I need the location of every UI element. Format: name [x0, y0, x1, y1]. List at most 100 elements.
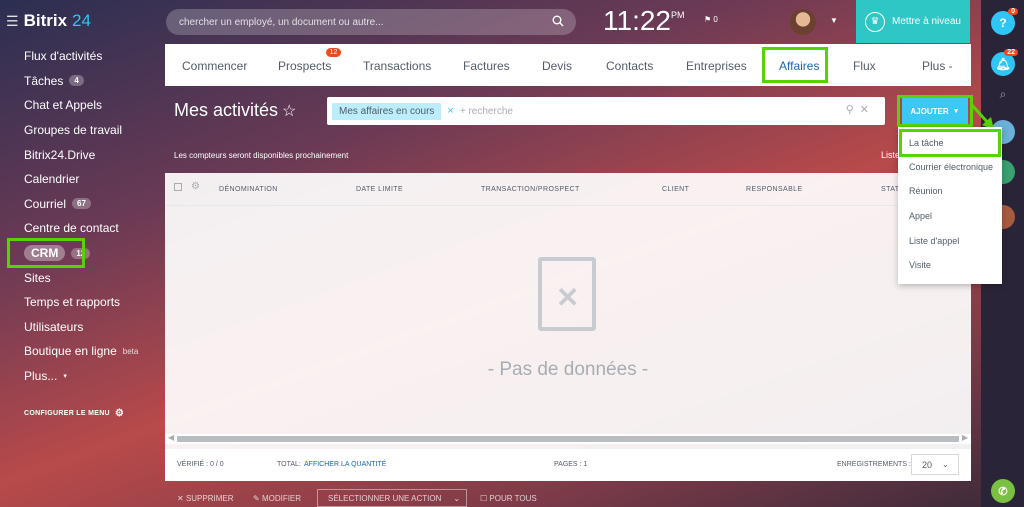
column-header[interactable]: DÉNOMINATION	[219, 186, 278, 193]
upgrade-button[interactable]: ♛ Mettre à niveau	[856, 0, 970, 43]
filter-search-input[interactable]: Mes affaires en cours × + recherche ⚲✕	[327, 97, 885, 125]
sidebar-item-label: Temps et rapports	[24, 295, 121, 310]
edit-button[interactable]: ✎ MODIFIER	[253, 494, 301, 503]
menu-item-call[interactable]: Appel	[909, 211, 932, 221]
page-title: Mes activités	[174, 100, 279, 120]
global-search-input[interactable]: chercher un employé, un document ou autr…	[166, 9, 576, 35]
sidebar-item-label: Chat et Appels	[24, 98, 103, 113]
phone-button[interactable]: ✆	[991, 479, 1015, 503]
phone-icon: ✆	[998, 485, 1008, 498]
records-per-page-select[interactable]: 20 ⌄	[911, 454, 959, 475]
sidebar-item-utilisateurs[interactable]: Utilisateurs	[0, 315, 165, 340]
menu-item-email[interactable]: Courrier électronique	[909, 162, 993, 172]
tab-entreprises[interactable]: Entreprises	[686, 59, 747, 73]
bell-icon: 🔔︎	[995, 57, 1011, 71]
sidebar-item-courriel[interactable]: Courriel 67	[0, 192, 165, 217]
sidebar-item-groupes[interactable]: Groupes de travail	[0, 118, 165, 143]
tab-commencer[interactable]: Commencer	[182, 59, 247, 73]
close-icon[interactable]: ✕	[860, 104, 875, 116]
search-icon[interactable]: ⚲	[846, 104, 860, 116]
clock[interactable]: 11:22PM	[603, 5, 685, 37]
sidebar-item-label: Sites	[24, 270, 51, 285]
sidebar-item-label: Flux d'activités	[24, 49, 103, 64]
delete-button[interactable]: ✕ SUPPRIMER	[177, 494, 234, 503]
sidebar-item-temps[interactable]: Temps et rapports	[0, 290, 165, 315]
select-all-checkbox[interactable]	[174, 183, 182, 191]
logo[interactable]: ☰ Bitrix 24	[6, 11, 91, 31]
logo-prefix: Bitrix	[23, 11, 68, 30]
help-button[interactable]: ? 0	[991, 8, 1018, 35]
total-label: TOTAL:	[277, 461, 301, 468]
verified-count: VÉRIFIÉ : 0 / 0	[177, 461, 224, 468]
close-icon[interactable]: ×	[447, 105, 453, 117]
pages-count: PAGES : 1	[554, 461, 588, 468]
tab-devis[interactable]: Devis	[542, 59, 572, 73]
filter-placeholder: + recherche	[459, 105, 513, 117]
flag-icon: ⚑	[704, 15, 712, 24]
sidebar-item-boutique[interactable]: Boutique en ligne beta	[0, 339, 165, 364]
menu-burger-icon[interactable]: ☰	[6, 13, 19, 30]
delete-label: SUPPRIMER	[185, 494, 234, 503]
clock-ampm: PM	[671, 10, 685, 20]
column-header[interactable]: CLIENT	[662, 186, 689, 193]
configure-menu-label: CONFIGURER LE MENU	[24, 410, 110, 417]
sidebar-item-calendrier[interactable]: Calendrier	[0, 167, 165, 192]
chevron-down-icon[interactable]: ▼	[830, 16, 838, 25]
search-icon[interactable]	[552, 15, 564, 27]
tab-factures[interactable]: Factures	[463, 59, 510, 73]
configure-menu-button[interactable]: CONFIGURER LE MENU ⚙	[24, 408, 124, 419]
sidebar-item-label: Courriel	[24, 196, 67, 211]
sidebar-item-drive[interactable]: Bitrix24.Drive	[0, 142, 165, 167]
for-all-label: POUR TOUS	[489, 494, 537, 503]
column-header[interactable]: DATE LIMITE	[356, 186, 403, 193]
select-action-label: SÉLECTIONNER UNE ACTION	[328, 493, 442, 503]
scroll-right-icon[interactable]: ▶	[962, 433, 968, 442]
tab-label: Prospects	[278, 59, 332, 73]
crown-icon: ♛	[865, 11, 886, 32]
task-highlight-frame	[899, 129, 1001, 157]
menu-item-call-list[interactable]: Liste d'appel	[909, 236, 959, 246]
add-highlight-frame	[897, 95, 973, 127]
column-header[interactable]: STAT	[881, 186, 899, 193]
sidebar-item-chat[interactable]: Chat et Appels	[0, 93, 165, 118]
flag-counter[interactable]: ⚑ 0	[704, 15, 718, 24]
show-quantity-link[interactable]: AFFICHER LA QUANTITÉ	[304, 461, 386, 468]
gear-icon[interactable]: ⚙	[191, 181, 200, 192]
sidebar-item-plus[interactable]: Plus... ▾	[0, 364, 165, 389]
notifications-button[interactable]: 🔔︎ 22	[991, 49, 1018, 76]
empty-state-text: - Pas de données -	[487, 359, 649, 380]
sidebar-item-label: Centre de contact	[24, 221, 119, 236]
per-page-value: 20	[922, 459, 933, 470]
menu-item-meeting[interactable]: Réunion	[909, 186, 943, 196]
sidebar-item-label: Bitrix24.Drive	[24, 147, 96, 162]
action-bar: ✕ SUPPRIMER ✎ MODIFIER SÉLECTIONNER UNE …	[165, 487, 971, 507]
for-all-checkbox[interactable]: ☐ POUR TOUS	[480, 494, 537, 503]
user-avatar[interactable]	[790, 9, 816, 35]
menu-item-visit[interactable]: Visite	[909, 260, 931, 270]
horizontal-scrollbar[interactable]: ◀ ▶	[165, 433, 971, 444]
activities-grid: ⚙ DÉNOMINATION DATE LIMITE TRANSACTION/P…	[165, 173, 971, 449]
header-divider	[165, 205, 971, 206]
scroll-left-icon[interactable]: ◀	[168, 433, 174, 442]
tab-contacts[interactable]: Contacts	[606, 59, 653, 73]
clock-time: 11:22	[603, 5, 671, 36]
scrollbar-thumb[interactable]	[177, 436, 959, 442]
count-badge: 67	[72, 198, 91, 210]
tab-flux[interactable]: Flux	[853, 59, 876, 73]
tab-transactions[interactable]: Transactions	[363, 59, 431, 73]
tab-plus[interactable]: Plus -	[922, 59, 953, 73]
filter-chip[interactable]: Mes affaires en cours	[332, 102, 442, 120]
sidebar-item-taches[interactable]: Tâches 4	[0, 69, 165, 94]
sidebar-item-sites[interactable]: Sites	[0, 265, 165, 290]
logo-suffix: 24	[72, 11, 91, 30]
column-header[interactable]: TRANSACTION/PROSPECT	[481, 186, 580, 193]
tab-label: Plus	[922, 59, 946, 73]
tab-prospects[interactable]: Prospects 12	[278, 48, 342, 73]
sidebar-item-flux[interactable]: Flux d'activités	[0, 44, 165, 69]
column-header[interactable]: RESPONSABLE	[746, 186, 803, 193]
star-icon[interactable]: ☆	[282, 101, 296, 121]
select-action-dropdown[interactable]: SÉLECTIONNER UNE ACTION ⌄	[317, 489, 467, 507]
crm-highlight-frame	[7, 238, 85, 268]
help-badge: 0	[1008, 8, 1018, 15]
counters-note: Les compteurs seront disponibles prochai…	[174, 151, 349, 160]
